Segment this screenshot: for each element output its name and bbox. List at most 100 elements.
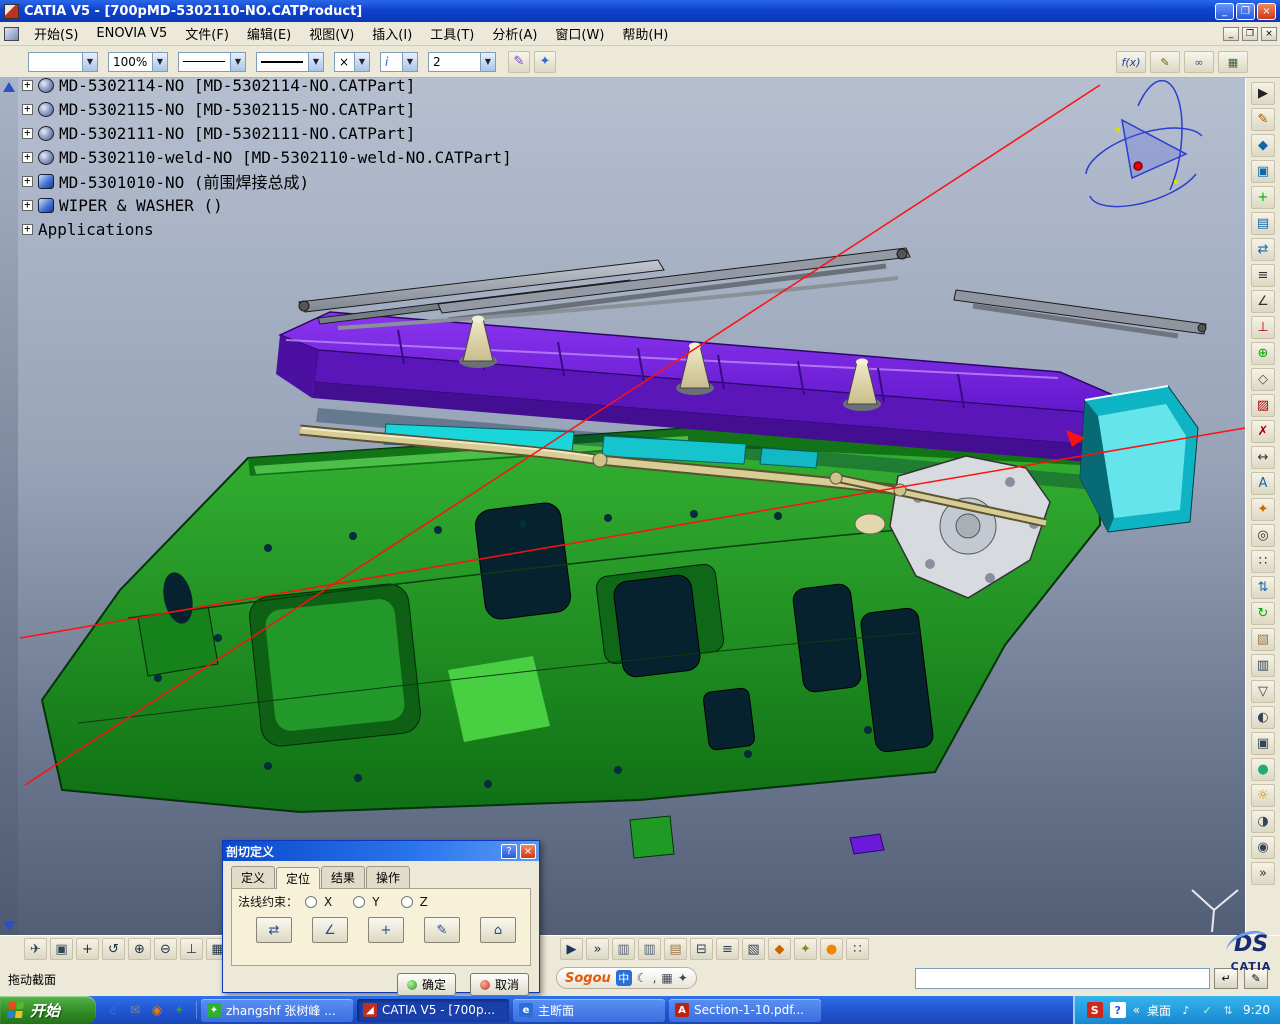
zoom-out-icon[interactable]: ⊖ [154, 938, 177, 960]
tab-result[interactable]: 结果 [321, 866, 366, 888]
expand-icon[interactable] [22, 174, 33, 187]
menu-enovia[interactable]: ENOVIA V5 [87, 24, 176, 43]
menu-view[interactable]: 视图(V) [300, 22, 363, 45]
tray-chevron-icon[interactable]: « [1133, 1003, 1140, 1017]
tree-scroll-strip[interactable] [0, 78, 18, 935]
more-tools-icon[interactable]: » [1251, 862, 1275, 885]
copy-view-icon[interactable]: ▥ [612, 938, 635, 960]
expand-icon[interactable] [22, 150, 33, 163]
catalog-icon[interactable]: ▧ [742, 938, 765, 960]
link-icon[interactable]: ∞ [1184, 51, 1214, 73]
weld-feature-icon[interactable]: ✦ [1251, 498, 1275, 521]
assemble-icon[interactable]: ⊕ [1251, 342, 1275, 365]
menu-help[interactable]: 帮助(H) [613, 22, 677, 45]
menu-edit[interactable]: 编辑(E) [238, 22, 300, 45]
start-button[interactable]: 开始 [0, 996, 96, 1024]
scroll-down-icon[interactable] [3, 921, 15, 931]
magnifier-icon[interactable]: ◉ [1251, 836, 1275, 859]
ok-button[interactable]: 确定 [396, 973, 456, 996]
power-input-field[interactable] [915, 968, 1210, 989]
tree-node[interactable]: MD-5301010-NO (前围焊接总成) [22, 170, 309, 192]
play-arrow-icon[interactable]: ▶ [560, 938, 583, 960]
help-tray-icon[interactable]: ? [1109, 1002, 1126, 1018]
hole-icon[interactable]: ◎ [1251, 524, 1275, 547]
depth-effect-icon[interactable]: ◑ [1251, 810, 1275, 833]
task-catia[interactable]: ◢ CATIA V5 - [700p... [357, 998, 509, 1022]
camera-icon[interactable]: ▣ [1251, 732, 1275, 755]
sketch-icon[interactable]: ✎ [1251, 108, 1275, 131]
constraint-icon[interactable]: ∠ [1251, 290, 1275, 313]
paste-view-icon[interactable]: ▥ [638, 938, 661, 960]
sogou-ime-bar[interactable]: Sogou 中 ☾, ▦ ✦ [556, 967, 697, 989]
info-combo[interactable]: i ▼ [380, 51, 418, 72]
symmetry-icon[interactable]: ⇅ [1251, 576, 1275, 599]
annotation-icon[interactable]: A [1251, 472, 1275, 495]
print-icon[interactable]: ⊟ [690, 938, 713, 960]
line-weight-combo[interactable]: ▼ [256, 51, 324, 72]
task-pdf[interactable]: A Section-1-10.pdf... [669, 998, 821, 1022]
security-icon[interactable]: ✓ [1199, 1002, 1215, 1018]
menu-file[interactable]: 文件(F) [176, 22, 238, 45]
tree-node[interactable]: MD-5302111-NO [MD-5302111-NO.CATPart] [22, 122, 415, 144]
radio-z[interactable] [400, 895, 413, 908]
media-player-icon[interactable]: ◉ [148, 1001, 166, 1019]
measure-icon[interactable]: ◇ [1251, 368, 1275, 391]
moon-icon[interactable]: ☾ [637, 971, 648, 985]
tree-node[interactable]: MD-5302115-NO [MD-5302115-NO.CATPart] [22, 98, 415, 120]
messenger-icon[interactable]: ✦ [170, 1001, 188, 1019]
tree-node[interactable]: Applications [22, 218, 154, 240]
punctuation-icon[interactable]: , [653, 971, 657, 985]
part-icon[interactable]: ◆ [1251, 134, 1275, 157]
network-icon[interactable]: ⇅ [1220, 1002, 1236, 1018]
select-arrow-icon[interactable]: ▶ [1251, 82, 1275, 105]
layer-combo[interactable]: 2 ▼ [428, 51, 496, 72]
catalog-browser-icon[interactable]: ▧ [1251, 628, 1275, 651]
menu-window[interactable]: 窗口(W) [546, 22, 613, 45]
minimize-button[interactable]: _ [1215, 2, 1234, 20]
fx-formula-icon[interactable]: f(x) [1116, 51, 1146, 73]
tools-icon[interactable]: ✦ [794, 938, 817, 960]
fit-all-icon[interactable]: ▣ [50, 938, 73, 960]
existing-component-icon[interactable]: ▤ [1251, 212, 1275, 235]
mdi-restore-button[interactable]: ❐ [1242, 26, 1258, 41]
chevrons-icon[interactable]: » [586, 938, 609, 960]
3d-viewport[interactable]: MD-5302114-NO [MD-5302114-NO.CATPart] MD… [18, 78, 1245, 935]
symbol-combo[interactable]: × ▼ [334, 51, 370, 72]
edit-position-button[interactable]: ✎ [424, 917, 460, 943]
render-icon[interactable]: ● [1251, 758, 1275, 781]
radio-x[interactable] [305, 895, 318, 908]
wrench-icon[interactable]: ✦ [678, 971, 688, 985]
keyboard-icon[interactable]: ▦ [661, 971, 672, 985]
zoom-combo[interactable]: 100% ▼ [108, 51, 168, 72]
sphere-icon[interactable]: ● [820, 938, 843, 960]
ruler-icon[interactable]: ≡ [716, 938, 739, 960]
dialog-title-bar[interactable]: 剖切定义 ? × [223, 841, 539, 861]
design-table-icon[interactable]: ▦ [1218, 51, 1248, 73]
lighting-icon[interactable]: ☼ [1251, 784, 1275, 807]
painter-icon[interactable]: ✎ [508, 50, 530, 73]
zoom-in-icon[interactable]: ⊕ [128, 938, 151, 960]
dialog-help-button[interactable]: ? [501, 843, 517, 859]
desktop-toolbar-label[interactable]: 桌面 [1147, 1002, 1171, 1019]
restore-button[interactable]: ❐ [1236, 2, 1255, 20]
normal-view-icon[interactable]: ⊥ [180, 938, 203, 960]
new-component-icon[interactable]: + [1251, 186, 1275, 209]
tree-node[interactable]: WIPER & WASHER () [22, 194, 223, 216]
knowledge-icon[interactable]: ✎ [1150, 51, 1180, 73]
pan-icon[interactable]: + [76, 938, 99, 960]
tab-definition[interactable]: 定义 [231, 866, 276, 888]
expand-icon[interactable] [22, 126, 33, 139]
expand-icon[interactable] [22, 102, 33, 115]
name-combo[interactable]: ▼ [28, 51, 98, 72]
update-icon[interactable]: ↻ [1251, 602, 1275, 625]
rotate-icon[interactable]: ↺ [102, 938, 125, 960]
document-icon[interactable] [4, 26, 19, 41]
scan-icon[interactable]: ◐ [1251, 706, 1275, 729]
menu-analyze[interactable]: 分析(A) [483, 22, 546, 45]
dialog-close-button[interactable]: × [520, 843, 536, 859]
wizard-icon[interactable]: ✦ [534, 50, 556, 73]
reset-position-button[interactable]: ⌂ [480, 917, 516, 943]
flip-normal-button[interactable]: ⇄ [256, 917, 292, 943]
mdi-minimize-button[interactable]: _ [1223, 26, 1239, 41]
tree-node[interactable]: MD-5302114-NO [MD-5302114-NO.CATPart] [22, 78, 415, 96]
